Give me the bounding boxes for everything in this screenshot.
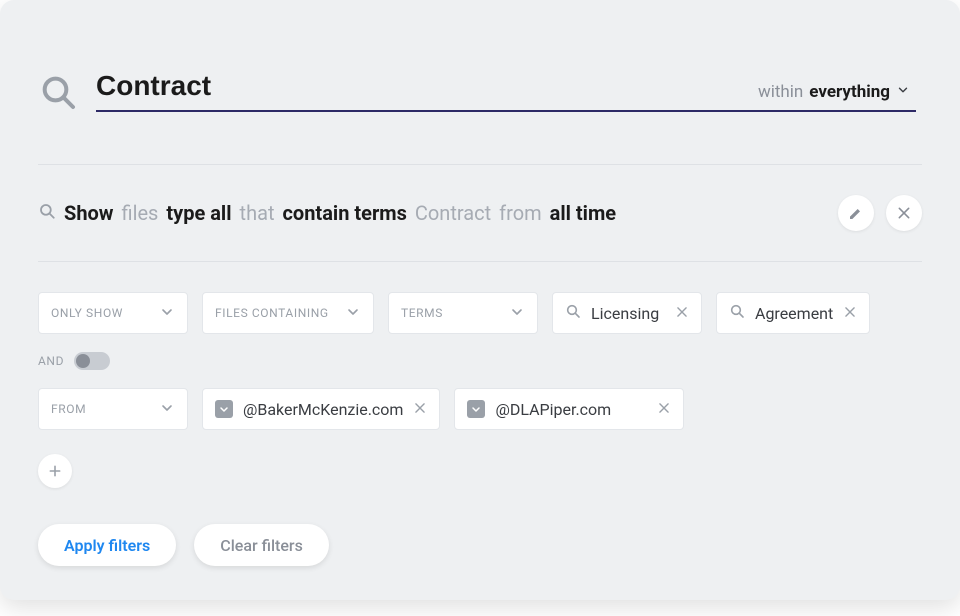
filter-row-1: ONLY SHOW FILES CONTAINING TERMS Licensi…	[38, 292, 922, 334]
query-summary-row: Show files type all that contain terms C…	[0, 165, 960, 261]
action-row: Apply filters Clear filters	[38, 524, 922, 566]
scope-selector[interactable]: within everything	[758, 82, 916, 102]
term-chip[interactable]: Licensing	[552, 292, 702, 334]
remove-chip-button[interactable]	[843, 304, 857, 323]
chevron-down-icon	[345, 304, 361, 323]
term-chip[interactable]: Agreement	[716, 292, 870, 334]
search-icon	[729, 303, 745, 323]
summary-token: all time	[550, 201, 616, 225]
summary-token: Contract	[415, 201, 491, 225]
query-summary: Show files type all that contain terms C…	[38, 201, 826, 225]
summary-token: from	[499, 201, 541, 225]
select-label: FILES CONTAINING	[215, 306, 329, 320]
filter-builder: ONLY SHOW FILES CONTAINING TERMS Licensi…	[0, 262, 960, 566]
chip-label: @BakerMcKenzie.com	[243, 400, 403, 419]
search-icon	[38, 201, 56, 225]
search-panel: within everything Show files type all th…	[0, 0, 960, 600]
search-icon	[38, 72, 78, 112]
chevron-down-icon	[159, 304, 175, 323]
and-toggle[interactable]	[74, 352, 110, 370]
search-field: within everything	[96, 70, 916, 112]
scope-prefix: within	[758, 82, 803, 102]
select-label: FROM	[51, 402, 86, 416]
remove-chip-button[interactable]	[413, 400, 427, 419]
search-icon	[565, 303, 581, 323]
select-label: ONLY SHOW	[51, 306, 123, 320]
apply-filters-button[interactable]: Apply filters	[38, 524, 176, 566]
dropdown-icon	[467, 400, 485, 418]
search-input[interactable]	[96, 70, 744, 102]
summary-token: contain terms	[283, 201, 407, 225]
summary-token: files	[122, 201, 159, 225]
from-chip[interactable]: @DLAPiper.com	[454, 388, 684, 430]
summary-token: that	[240, 201, 275, 225]
select-files-containing[interactable]: FILES CONTAINING	[202, 292, 374, 334]
chip-label: Licensing	[591, 304, 665, 323]
edit-query-button[interactable]	[838, 195, 874, 231]
and-operator-row: AND	[38, 352, 922, 370]
dropdown-icon	[215, 400, 233, 418]
scope-value: everything	[809, 82, 890, 102]
clear-filters-button[interactable]: Clear filters	[194, 524, 329, 566]
summary-token: type all	[166, 201, 231, 225]
remove-chip-button[interactable]	[675, 304, 689, 323]
chevron-down-icon	[509, 304, 525, 323]
and-label: AND	[38, 354, 64, 368]
from-chip[interactable]: @BakerMcKenzie.com	[202, 388, 440, 430]
search-row: within everything	[0, 0, 960, 112]
select-terms[interactable]: TERMS	[388, 292, 538, 334]
chevron-down-icon	[159, 400, 175, 419]
select-label: TERMS	[401, 306, 443, 320]
chevron-down-icon	[896, 82, 910, 102]
remove-chip-button[interactable]	[657, 400, 671, 419]
filter-row-2: FROM @BakerMcKenzie.com @DLAPiper.com	[38, 388, 922, 430]
select-only-show[interactable]: ONLY SHOW	[38, 292, 188, 334]
select-from[interactable]: FROM	[38, 388, 188, 430]
add-filter-button[interactable]	[38, 454, 72, 488]
summary-token: Show	[64, 201, 114, 225]
chip-label: Agreement	[755, 304, 833, 323]
chip-label: @DLAPiper.com	[495, 400, 647, 419]
clear-query-button[interactable]	[886, 195, 922, 231]
